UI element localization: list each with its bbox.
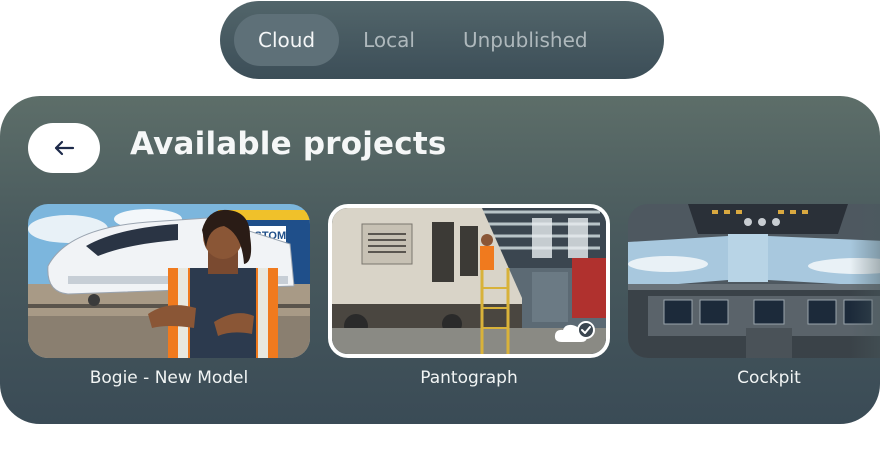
- project-label-cockpit: Cockpit: [737, 368, 801, 388]
- aircraft-cockpit-illustration: [628, 204, 880, 358]
- project-card-pantograph[interactable]: [328, 204, 610, 358]
- project-label-bogie: Bogie - New Model: [89, 368, 249, 388]
- train-worker-illustration: ALSTOM: [28, 204, 310, 358]
- projects-panel: Available projects ALSTOM: [0, 96, 880, 424]
- scroll-fade: [850, 204, 880, 358]
- tab-unpublished[interactable]: Unpublished: [439, 14, 612, 66]
- project-card-cockpit[interactable]: [628, 204, 880, 358]
- project-label-pantograph: Pantograph: [420, 368, 518, 388]
- arrow-left-icon: [54, 140, 75, 156]
- back-button[interactable]: [28, 123, 100, 173]
- panel-title: Available projects: [130, 126, 447, 162]
- project-card-bogie[interactable]: ALSTOM: [28, 204, 310, 358]
- cloud-synced-check-icon: [554, 321, 595, 342]
- tab-cloud[interactable]: Cloud: [234, 14, 340, 66]
- tab-local[interactable]: Local: [339, 14, 439, 66]
- source-tabs: Cloud Local Unpublished: [220, 1, 664, 79]
